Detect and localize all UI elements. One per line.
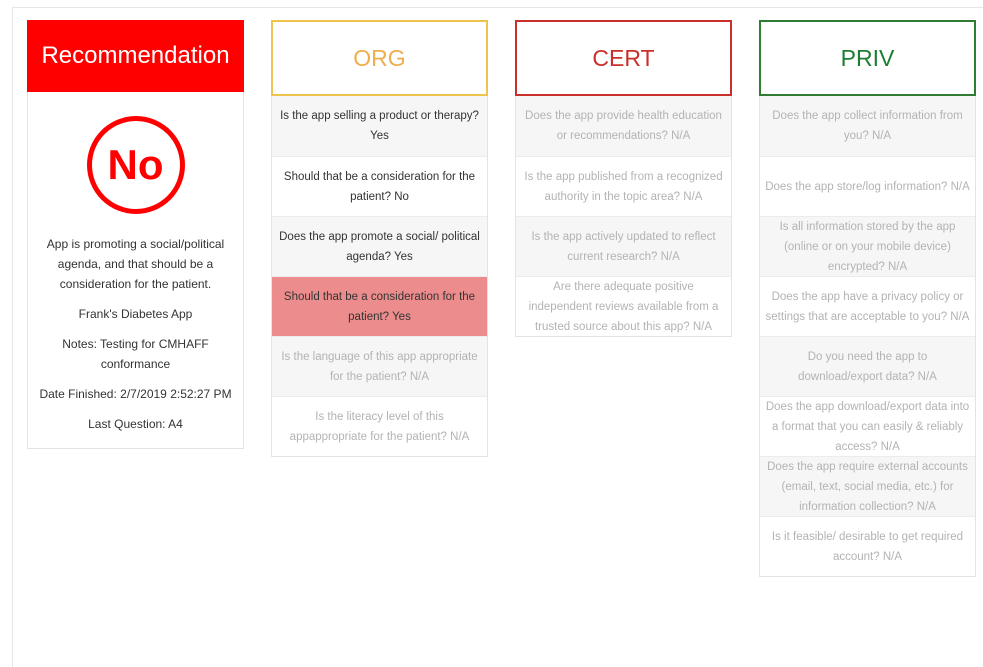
recommendation-reason: App is promoting a social/political agen… — [46, 237, 225, 291]
priv-question-list: Does the app collect information from yo… — [759, 96, 976, 577]
cert-question[interactable]: Is the app actively updated to reflect c… — [516, 216, 731, 276]
priv-question[interactable]: Is it feasible/ desirable to get require… — [760, 516, 975, 576]
cert-question[interactable]: Are there adequate positive independent … — [516, 276, 731, 336]
priv-question[interactable]: Does the app download/export data into a… — [760, 396, 975, 456]
last-question: Last Question: A4 — [88, 417, 183, 431]
org-question[interactable]: Does the app promote a social/ political… — [272, 216, 487, 276]
cert-question[interactable]: Is the app published from a recognized a… — [516, 156, 731, 216]
verdict-badge: No — [86, 116, 185, 214]
priv-question[interactable]: Does the app store/log information? N/A — [760, 156, 975, 216]
cert-question-list: Does the app provide health education or… — [515, 96, 732, 337]
notes-text: Notes: Testing for CMHAFF conformance — [62, 337, 209, 371]
org-panel: ORG Is the app selling a product or ther… — [271, 20, 488, 457]
app-name: Frank's Diabetes App — [78, 307, 193, 321]
org-question[interactable]: Is the language of this app appropriate … — [272, 336, 487, 396]
org-question-current[interactable]: Should that be a consideration for the p… — [272, 276, 487, 336]
priv-question[interactable]: Does the app require external accounts (… — [760, 456, 975, 516]
org-header: ORG — [271, 20, 488, 96]
date-finished: Date Finished: 2/7/2019 2:52:27 PM — [39, 387, 232, 401]
priv-panel: PRIV Does the app collect information fr… — [759, 20, 976, 577]
recommendation-panel: Recommendation No App is promoting a soc… — [27, 20, 244, 449]
priv-question[interactable]: Is all information stored by the app (on… — [760, 216, 975, 276]
recommendation-header: Recommendation — [27, 20, 244, 92]
priv-question[interactable]: Does the app collect information from yo… — [760, 96, 975, 156]
org-question[interactable]: Should that be a consideration for the p… — [272, 156, 487, 216]
cert-question[interactable]: Does the app provide health education or… — [516, 96, 731, 156]
priv-question[interactable]: Does the app have a privacy policy or se… — [760, 276, 975, 336]
recommendation-body: No App is promoting a social/political a… — [27, 92, 244, 449]
org-question[interactable]: Is the app selling a product or therapy?… — [272, 96, 487, 156]
cert-header: CERT — [515, 20, 732, 96]
cert-panel: CERT Does the app provide health educati… — [515, 20, 732, 337]
priv-question[interactable]: Do you need the app to download/export d… — [760, 336, 975, 396]
priv-header: PRIV — [759, 20, 976, 96]
org-question[interactable]: Is the literacy level of this appappropr… — [272, 396, 487, 456]
org-question-list: Is the app selling a product or therapy?… — [271, 96, 488, 457]
